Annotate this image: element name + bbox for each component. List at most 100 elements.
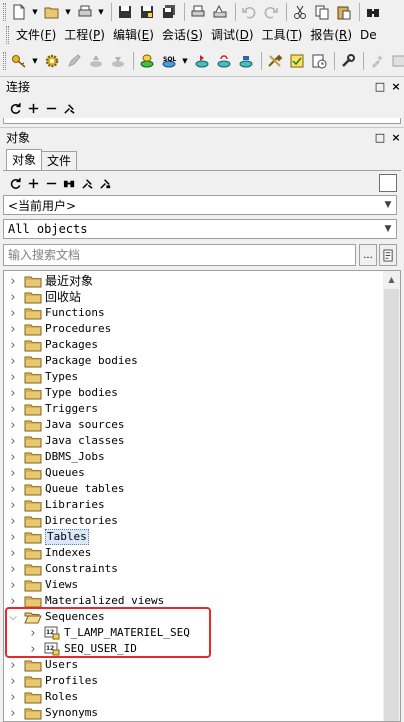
chevron-right-icon[interactable]: › <box>8 353 18 369</box>
chevron-right-icon[interactable]: › <box>8 385 18 401</box>
tree-scrollbar[interactable]: ▲ <box>383 270 401 722</box>
print-icon[interactable] <box>75 2 95 22</box>
chevron-right-icon[interactable]: › <box>8 273 18 289</box>
tree-item[interactable]: › Type bodies <box>8 385 117 401</box>
menu-more[interactable]: De <box>356 25 381 45</box>
menu-session[interactable]: 会话(S) <box>158 25 207 45</box>
tree-item[interactable]: › Triggers <box>8 401 98 417</box>
tree-item[interactable]: ⌵ Sequences <box>8 609 105 625</box>
tree-item[interactable]: › Java sources <box>8 417 124 433</box>
menu-edit[interactable]: 编辑(E) <box>109 25 158 45</box>
remove-icon[interactable] <box>42 98 60 118</box>
chevron-right-icon[interactable]: › <box>8 481 18 497</box>
object-tree[interactable]: › 最近对象 › 回收站 › Functions › Procedures › Packages ›… <box>3 270 383 722</box>
menu-grip[interactable] <box>6 26 9 44</box>
open-folder-icon[interactable] <box>42 2 62 22</box>
refresh-icon[interactable] <box>6 98 24 118</box>
tree-item[interactable]: › DBMS_Jobs <box>8 449 104 465</box>
add-icon[interactable] <box>24 98 42 118</box>
sql-dropdown-icon[interactable]: ▼ <box>181 51 189 71</box>
chevron-right-icon[interactable]: › <box>8 449 18 465</box>
tree-item[interactable]: › Java classes <box>8 433 124 449</box>
chevron-right-icon[interactable]: › <box>8 689 18 705</box>
tree-item[interactable]: › Synonyms <box>8 705 98 721</box>
search-options-button[interactable]: ... <box>359 244 377 266</box>
chevron-right-icon[interactable]: › <box>8 337 18 353</box>
chevron-right-icon[interactable]: › <box>8 289 18 305</box>
add-icon[interactable] <box>24 173 42 193</box>
maximize-icon[interactable]: □ <box>372 131 388 144</box>
chevron-right-icon[interactable]: › <box>8 497 18 513</box>
tree-item[interactable]: › Constraints <box>8 561 117 577</box>
menu-debug[interactable]: 调试(D) <box>207 25 258 45</box>
close-icon[interactable]: × <box>388 131 404 144</box>
sql-window-icon[interactable] <box>137 51 157 71</box>
chevron-right-icon[interactable]: › <box>28 641 38 657</box>
menu-file[interactable]: 文件(F) <box>12 25 60 45</box>
tree-item[interactable]: › Directories <box>8 513 117 529</box>
scroll-up-icon[interactable]: ▲ <box>383 271 400 288</box>
chevron-right-icon[interactable]: › <box>8 433 18 449</box>
tree-item[interactable]: › Indexes <box>8 545 91 561</box>
menu-reports[interactable]: 报告(R) <box>306 25 356 45</box>
chevron-right-icon[interactable]: › <box>8 417 18 433</box>
commit-icon[interactable] <box>86 51 106 71</box>
key-dropdown-icon[interactable]: ▼ <box>31 51 39 71</box>
print-dropdown-icon[interactable]: ▼ <box>97 2 105 22</box>
maximize-icon[interactable]: □ <box>372 80 388 93</box>
search-document-icon[interactable] <box>379 244 397 266</box>
tree-item[interactable]: › Packages <box>8 337 98 353</box>
tree-item[interactable]: › Materialized views <box>8 593 164 609</box>
chevron-right-icon[interactable]: › <box>8 529 18 545</box>
new-icon[interactable] <box>9 2 29 22</box>
tree-item[interactable]: › Views <box>8 577 78 593</box>
schedule-icon[interactable] <box>309 51 329 71</box>
tree-item[interactable]: › Functions <box>8 305 104 321</box>
chevron-right-icon[interactable]: › <box>8 577 18 593</box>
tree-item[interactable]: › 最近对象 <box>8 273 93 289</box>
tree-item[interactable]: › Profiles <box>8 673 98 689</box>
refresh-session-icon[interactable] <box>214 51 234 71</box>
filter-icon[interactable] <box>60 98 78 118</box>
rollback-icon[interactable] <box>108 51 128 71</box>
save-all-icon[interactable] <box>159 2 179 22</box>
filter-combo[interactable]: All objects ▼ <box>3 219 397 239</box>
remove-icon[interactable] <box>42 173 60 193</box>
preferences-wrench-icon[interactable] <box>338 51 358 71</box>
chevron-down-icon[interactable]: ▼ <box>380 200 396 210</box>
tab-files[interactable]: 文件 <box>42 151 78 171</box>
filter-edit-icon[interactable] <box>96 173 114 193</box>
chevron-right-icon[interactable]: › <box>8 561 18 577</box>
tree-item[interactable]: › Tables <box>8 529 89 545</box>
chevron-down-icon[interactable]: ▼ <box>380 224 396 234</box>
tools-icon[interactable] <box>265 51 285 71</box>
chevron-right-icon[interactable]: › <box>8 369 18 385</box>
window-icon[interactable] <box>389 51 404 71</box>
cut-icon[interactable] <box>290 2 310 22</box>
chevron-right-icon[interactable]: › <box>8 401 18 417</box>
sql-query-icon[interactable]: SQL <box>159 51 179 71</box>
undo-icon[interactable] <box>239 2 259 22</box>
explain-plan-icon[interactable] <box>236 51 256 71</box>
chevron-right-icon[interactable]: › <box>8 321 18 337</box>
tree-item[interactable]: › Queue tables <box>8 481 124 497</box>
tree-item[interactable]: › Types <box>8 369 78 385</box>
tree-item[interactable]: › Queues <box>8 465 84 481</box>
chevron-right-icon[interactable]: › <box>8 593 18 609</box>
chevron-right-icon[interactable]: › <box>8 305 18 321</box>
chevron-right-icon[interactable]: › <box>8 657 18 673</box>
tree-item[interactable]: › Procedures <box>8 321 111 337</box>
tree-item[interactable]: › Libraries <box>8 497 104 513</box>
edit-pencil-icon[interactable] <box>64 51 84 71</box>
chevron-right-icon[interactable]: › <box>8 705 18 721</box>
page-setup-icon[interactable] <box>210 2 230 22</box>
user-combo[interactable]: <当前用户> ▼ <box>3 195 397 215</box>
save-icon[interactable] <box>115 2 135 22</box>
toolbar-grip[interactable] <box>3 51 6 70</box>
connection-list[interactable] <box>3 118 401 124</box>
chevron-right-icon[interactable]: › <box>8 545 18 561</box>
close-icon[interactable]: × <box>388 80 404 93</box>
menu-tools[interactable]: 工具(T) <box>258 25 307 45</box>
search-input[interactable] <box>3 244 356 266</box>
redo-icon[interactable] <box>261 2 281 22</box>
